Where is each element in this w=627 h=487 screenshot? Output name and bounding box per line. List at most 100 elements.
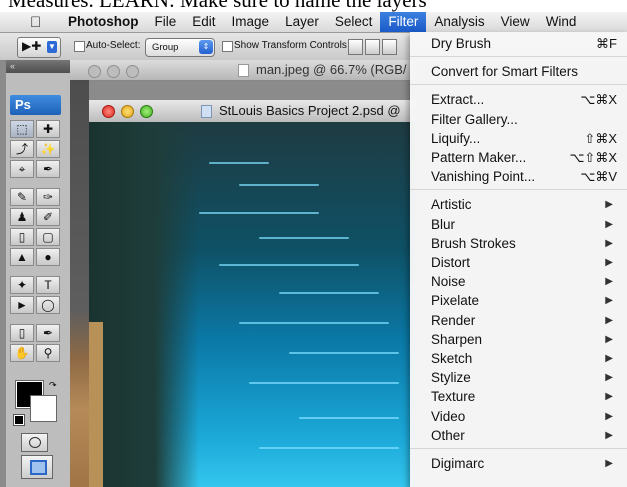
zoom-tool-icon[interactable]: ⚲ (36, 344, 60, 362)
shape-tool-icon[interactable]: ◯ (36, 296, 60, 314)
slice-tool-icon[interactable]: ✒ (36, 160, 60, 178)
close-icon[interactable] (88, 65, 101, 78)
zoom-icon[interactable] (140, 105, 153, 118)
swap-colors-icon[interactable]: ↷ (49, 380, 57, 391)
brush-tool-icon[interactable]: ✑ (36, 188, 60, 206)
minimize-icon[interactable] (121, 105, 134, 118)
lasso-tool-icon[interactable]: ⤴ (10, 140, 34, 158)
align-middle-icon[interactable] (365, 39, 380, 55)
filter-menu-item-pixelate[interactable]: Pixelate ▶ (410, 291, 627, 310)
eraser-tool-icon[interactable]: ▯ (10, 228, 34, 246)
background-color-swatch[interactable] (30, 395, 57, 422)
filter-menu-item-texture[interactable]: Texture ▶ (410, 387, 627, 406)
filter-menu-item-blur[interactable]: Blur ▶ (410, 215, 627, 234)
collapse-toolbar-icon[interactable]: « (6, 60, 70, 73)
submenu-arrow-icon: ▶ (605, 199, 613, 211)
filter-menu-item-liquify[interactable]: Liquify... ⇧⌘X (410, 129, 627, 148)
gradient-tool-icon[interactable]: ▢ (36, 228, 60, 246)
front-document-titlebar[interactable]: StLouis Basics Project 2.psd @ (89, 100, 415, 123)
hand-tool-icon[interactable]: ✋ (10, 344, 34, 362)
back-document-titlebar[interactable]: man.jpeg @ 66.7% (RGB/ (70, 60, 415, 81)
menu-item-label: Pattern Maker... (431, 150, 527, 165)
menu-item-label: Liquify... (431, 130, 481, 146)
chevron-down-icon: ▼ (47, 41, 57, 53)
menu-select[interactable]: Select (327, 12, 381, 32)
screen-mode-button[interactable] (21, 455, 53, 479)
menu-item-label: Noise (431, 274, 466, 290)
menu-item-label: Distort (431, 255, 471, 270)
menu-item-label: Artistic (431, 197, 472, 213)
filter-menu-item-artistic[interactable]: Artistic ▶ (410, 195, 627, 214)
filter-menu-item-vanishing-point[interactable]: Vanishing Point... ⌥⌘V (410, 167, 627, 186)
align-top-icon[interactable] (348, 39, 363, 55)
tool-preset-picker[interactable]: ▶✚ ▼ (17, 37, 61, 58)
path-selection-icon[interactable]: ► (10, 296, 34, 314)
auto-select-label: Auto-Select: (86, 40, 141, 51)
filter-menu-item-video[interactable]: Video ▶ (410, 407, 627, 426)
filter-menu-item-sketch[interactable]: Sketch ▶ (410, 349, 627, 368)
submenu-arrow-icon: ▶ (605, 237, 613, 249)
submenu-arrow-icon: ▶ (605, 353, 613, 364)
filter-menu-item-distort[interactable]: Distort ▶ (410, 253, 627, 272)
menu-view[interactable]: View (493, 12, 538, 32)
filter-menu-item-other[interactable]: Other ▶ (410, 426, 627, 445)
dodge-tool-icon[interactable]: ● (36, 248, 60, 266)
menu-bar:  Photoshop File Edit Image Layer Select… (0, 12, 627, 33)
water-ripple (299, 417, 399, 419)
menu-photoshop[interactable]: Photoshop (60, 12, 147, 32)
canvas-left-edge (89, 322, 103, 487)
apple-icon[interactable]:  (30, 14, 48, 31)
marquee-tool-icon[interactable]: ⬚ (10, 120, 34, 138)
magic-wand-icon[interactable]: ✨ (36, 140, 60, 158)
move-tool-icon[interactable]: ✚ (36, 120, 60, 138)
zoom-icon[interactable] (126, 65, 139, 78)
minimize-icon[interactable] (107, 65, 120, 78)
filter-menu-item-convert-for-smart-filters[interactable]: Convert for Smart Filters (410, 62, 627, 81)
auto-select-checkbox[interactable] (74, 41, 85, 52)
show-transform-checkbox[interactable] (222, 41, 233, 52)
ps-logo: Ps (10, 95, 61, 115)
eyedropper-icon[interactable]: ✒ (36, 324, 60, 342)
filter-menu-item-extract[interactable]: Extract... ⌥⌘X (410, 90, 627, 109)
filter-menu-item-dry-brush[interactable]: Dry Brush ⌘F (410, 34, 627, 53)
healing-brush-icon[interactable]: ✎ (10, 188, 34, 206)
filter-menu-item-stylize[interactable]: Stylize ▶ (410, 368, 627, 387)
back-document-title: man.jpeg @ 66.7% (RGB/ (256, 62, 407, 77)
filter-menu-item-brush-strokes[interactable]: Brush Strokes ▶ (410, 234, 627, 253)
filter-menu-item-sharpen[interactable]: Sharpen ▶ (410, 330, 627, 349)
menu-filter[interactable]: Filter (380, 12, 427, 32)
back-document-canvas[interactable] (70, 80, 89, 487)
align-bottom-icon[interactable] (382, 39, 397, 55)
crop-tool-icon[interactable]: ⌖ (10, 160, 34, 178)
filter-menu-item-noise[interactable]: Noise ▶ (410, 272, 627, 291)
menu-analysis[interactable]: Analysis (426, 12, 492, 32)
water-ripple (239, 184, 319, 186)
submenu-arrow-icon: ▶ (605, 372, 613, 384)
type-tool-icon[interactable]: T (36, 276, 60, 294)
menu-edit[interactable]: Edit (184, 12, 223, 32)
submenu-arrow-icon: ▶ (605, 429, 613, 441)
quick-mask-button[interactable] (21, 433, 48, 452)
menu-item-shortcut: ⌥⇧⌘X (569, 150, 617, 165)
filter-menu-item-filter-gallery[interactable]: Filter Gallery... (410, 110, 627, 129)
document-canvas[interactable] (89, 122, 415, 487)
auto-select-dropdown[interactable]: Group ⇕ (145, 38, 215, 57)
close-icon[interactable] (102, 105, 115, 118)
water-ripple (209, 162, 269, 164)
blur-tool-icon[interactable]: ▲ (10, 248, 34, 266)
menu-file[interactable]: File (147, 12, 185, 32)
submenu-arrow-icon: ▶ (605, 458, 613, 469)
history-brush-icon[interactable]: ✐ (36, 208, 60, 226)
filter-menu-item-digimarc[interactable]: Digimarc ▶ (410, 454, 627, 473)
menu-layer[interactable]: Layer (277, 12, 327, 32)
pen-tool-icon[interactable]: ✦ (10, 276, 34, 294)
default-colors-icon[interactable] (13, 414, 25, 426)
filter-menu-item-render[interactable]: Render ▶ (410, 311, 627, 330)
notes-tool-icon[interactable]: ▯ (10, 324, 34, 342)
menu-image[interactable]: Image (224, 12, 278, 32)
caption-text: Measures. LEARN: Make sure to name the l… (8, 0, 427, 12)
menu-window[interactable]: Wind (538, 12, 585, 32)
menu-separator (410, 84, 627, 86)
clone-stamp-icon[interactable]: ♟ (10, 208, 34, 226)
filter-menu-item-pattern-maker[interactable]: Pattern Maker... ⌥⇧⌘X (410, 148, 627, 167)
